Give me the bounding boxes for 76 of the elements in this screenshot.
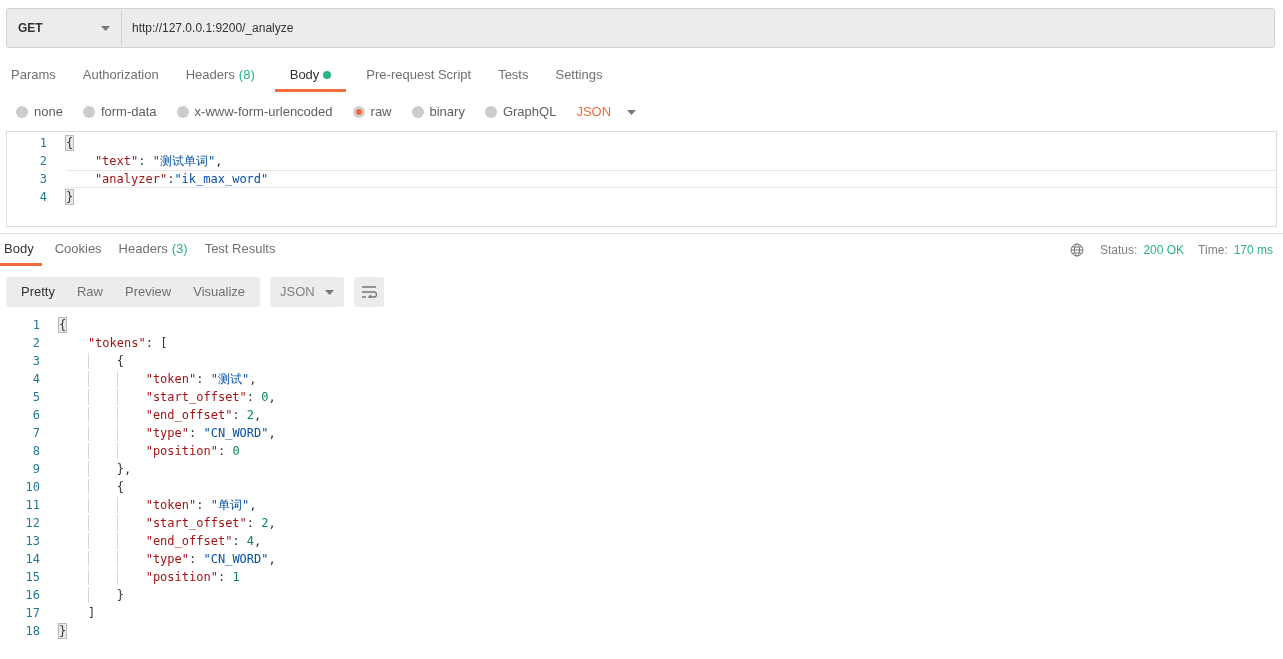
request-tab[interactable]: Tests [491,60,536,92]
line-number: 8 [31,443,40,460]
radio-option[interactable]: raw [352,102,392,122]
line-number: 3 [31,353,40,370]
radio-option[interactable]: form-data [82,102,157,122]
method-dropdown[interactable]: GET [6,8,122,48]
request-tab[interactable]: Body [274,60,347,92]
view-mode-tab[interactable]: Pretty [10,277,66,307]
caret-icon [325,289,335,295]
line-number: 4 [38,189,47,206]
line-number: 12 [24,515,40,532]
line-number: 14 [24,551,40,568]
request-tab[interactable]: Settings [548,60,610,92]
response-tab[interactable]: Body [0,234,42,266]
line-number: 11 [24,497,40,514]
response-tab[interactable]: Test Results [200,234,280,266]
wrap-icon [361,286,378,298]
wrap-lines-button[interactable] [354,277,385,307]
code-line: "type": "CN_WORD", [145,551,276,567]
view-mode-tab[interactable]: Preview [114,277,183,307]
radio-option[interactable]: x-www-form-urlencoded [176,102,333,122]
line-number: 17 [24,605,40,622]
code-line: { [116,479,124,495]
line-number: 10 [24,479,40,496]
line-number: 7 [31,425,40,442]
format-dropdown[interactable]: JSON [576,102,637,122]
code-line: "tokens": [ [87,335,168,351]
time-value: 170 ms [1233,242,1273,259]
url-field[interactable]: http://127.0.0.1:9200/_analyze [122,8,1275,48]
line-number: 1 [38,135,47,152]
request-tab[interactable]: Authorization [75,60,166,92]
code-line: "text": "测试单词", [94,153,223,169]
line-number: 5 [31,389,40,406]
request-tab[interactable]: Headers (8) [178,60,262,92]
line-number: 2 [31,335,40,352]
code-line: "start_offset": 2, [145,515,276,531]
code-line: "start_offset": 0, [145,389,276,405]
code-line: "end_offset": 2, [145,407,262,423]
line-number: 4 [31,371,40,388]
line-number: 6 [31,407,40,424]
time-label: Time: [1198,242,1228,259]
request-tab[interactable]: Params [4,60,63,92]
code-line: "position": 1 [145,569,240,585]
code-line: "end_offset": 4, [145,533,262,549]
response-tab[interactable]: Cookies [50,234,106,266]
code-line: { [116,353,124,369]
line-number: 2 [38,153,47,170]
status-label: Status: [1100,242,1138,259]
caret-icon [101,25,110,31]
radio-option[interactable]: none [16,102,63,122]
caret-icon [627,109,637,115]
format-dropdown[interactable]: JSON [270,277,345,307]
code-line: "position": 0 [145,443,240,459]
radio-option[interactable]: GraphQL [484,102,557,122]
view-mode-tab[interactable]: Raw [65,277,114,307]
code-line: }, [116,461,132,477]
line-number: 13 [24,533,40,550]
line-number: 1 [31,317,40,334]
code-line: } [116,587,124,603]
code-line: "analyzer":"ik_max_word" [94,171,269,187]
code-line: "token": "单词", [145,497,257,513]
view-mode-tab[interactable]: Visualize [182,277,257,307]
response-tab[interactable]: Headers (3) [114,234,192,266]
code-line: "token": "测试", [145,371,257,387]
radio-option[interactable]: binary [411,102,465,122]
line-number: 16 [24,587,40,604]
globe-icon[interactable] [1070,243,1084,257]
request-tab[interactable]: Pre-request Script [359,60,479,92]
line-number: 18 [24,623,40,640]
request-editor[interactable]: 1 { 2 "text": "测试单词", 3 "analyzer":"ik_max_word" 4 } [6,131,1277,227]
code-line: ] [87,605,96,621]
status-value: 200 OK [1143,242,1185,259]
line-number: 15 [24,569,40,586]
code-line: "type": "CN_WORD", [145,425,276,441]
line-number: 9 [31,461,40,478]
line-number: 3 [38,171,47,188]
